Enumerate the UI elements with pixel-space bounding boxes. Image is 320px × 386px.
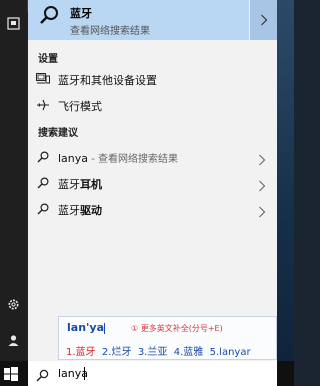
desktop-background-right <box>277 0 294 386</box>
best-match-expand-button[interactable] <box>250 0 277 40</box>
best-match-title: 蓝牙 <box>70 7 92 20</box>
search-icon <box>38 4 60 30</box>
search-icon <box>36 151 50 163</box>
devices-icon <box>36 73 50 85</box>
suggestion-query-prefix: 蓝牙 <box>58 204 80 217</box>
suggestion-suffix: - 查看网络搜索结果 <box>88 154 178 165</box>
settings-item-airplane-mode[interactable]: 飞行模式 <box>28 93 277 117</box>
ime-candidate-window: lan'ya ① 更多英文补全(分号+E) 1.蓝牙 2.烂牙 3.兰亚 4.蓝… <box>58 316 277 360</box>
best-match-subtitle: 查看网络搜索结果 <box>70 26 150 37</box>
suggestion-item-earphones[interactable]: 蓝牙耳机 <box>28 171 277 195</box>
best-match-item[interactable]: 蓝牙 查看网络搜索结果 <box>28 0 249 40</box>
search-results-panel: 蓝牙 查看网络搜索结果 设置 蓝牙和其他设备设置 飞行模式 搜索建议 lanya… <box>28 0 277 361</box>
ime-hint[interactable]: ① 更多英文补全(分号+E) <box>131 323 223 334</box>
ime-candidate[interactable]: 4.蓝雅 <box>174 347 204 358</box>
suggestion-query: lanya <box>58 152 89 165</box>
airplane-icon <box>36 99 50 111</box>
chevron-right-icon[interactable] <box>258 177 266 196</box>
text-caret <box>84 367 85 380</box>
ime-candidate-list: 1.蓝牙 2.烂牙 3.兰亚 4.蓝雅 5.lanyar <box>66 343 251 358</box>
suggestion-query-prefix: 蓝牙 <box>58 178 80 191</box>
search-icon <box>36 203 50 215</box>
windows-start-icon[interactable] <box>3 366 19 382</box>
chevron-right-icon[interactable] <box>258 203 266 222</box>
suggestion-item-lanya[interactable]: lanya - 查看网络搜索结果 <box>28 145 277 169</box>
chevron-right-icon[interactable] <box>258 151 266 170</box>
settings-gear-icon[interactable] <box>7 298 20 311</box>
settings-item-bluetooth[interactable]: 蓝牙和其他设备设置 <box>28 67 277 91</box>
ime-candidate[interactable]: 2.烂牙 <box>102 347 132 358</box>
ime-candidate[interactable]: 1.蓝牙 <box>66 347 96 358</box>
ime-composition-text: lan'ya <box>67 321 104 334</box>
ime-candidate[interactable]: 5.lanyar <box>210 347 251 358</box>
suggestion-query-bold: 耳机 <box>80 178 102 191</box>
chevron-right-icon <box>260 14 267 26</box>
user-account-icon[interactable] <box>7 334 20 347</box>
suggestion-item-driver[interactable]: 蓝牙驱动 <box>28 197 277 221</box>
settings-item-label: 蓝牙和其他设备设置 <box>58 74 157 87</box>
start-left-rail <box>0 0 27 361</box>
settings-section-header: 设置 <box>38 54 58 65</box>
settings-item-label: 飞行模式 <box>58 100 102 113</box>
ime-caret <box>104 322 105 334</box>
search-icon <box>36 367 49 386</box>
suggestions-section-header: 搜索建议 <box>38 128 78 139</box>
taskbar-search-box[interactable]: lanya <box>28 361 277 386</box>
search-icon <box>36 177 50 189</box>
suggestion-query-bold: 驱动 <box>80 204 102 217</box>
ime-candidate[interactable]: 3.兰亚 <box>138 347 168 358</box>
documents-icon[interactable] <box>7 17 20 30</box>
